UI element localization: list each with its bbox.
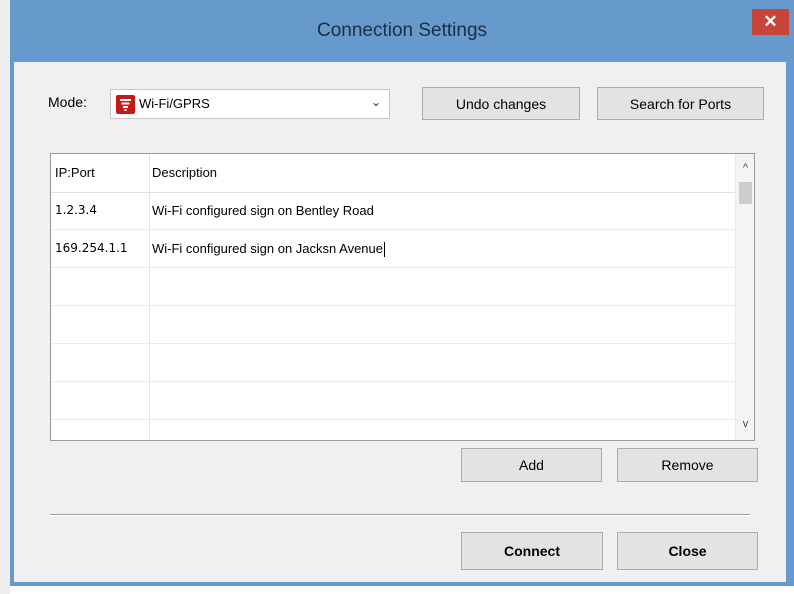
- connect-button[interactable]: Connect: [461, 532, 603, 570]
- column-header-description[interactable]: Description: [152, 165, 217, 180]
- table-row-empty[interactable]: [51, 268, 735, 306]
- window-title: Connection Settings: [316, 20, 488, 41]
- remove-button[interactable]: Remove: [617, 448, 758, 482]
- vertical-scrollbar[interactable]: ^ v: [735, 154, 754, 440]
- background-strip: [0, 0, 10, 594]
- table-row[interactable]: 169.254.1.1 Wi-Fi configured sign on Jac…: [51, 230, 735, 268]
- close-window-button[interactable]: ✕: [752, 9, 789, 35]
- row-description-text: Wi-Fi configured sign on Jacksn Avenue: [152, 241, 383, 256]
- dialog-body: Mode: Wi-Fi/GPRS ⌄ Undo changes Search f…: [14, 62, 786, 582]
- connections-table: IP:Port Description 1.2.3.4 Wi-Fi config…: [50, 153, 755, 441]
- separator-highlight: [50, 515, 750, 516]
- table-row-empty[interactable]: [51, 382, 735, 420]
- wifi-signal-icon: [116, 95, 135, 114]
- row-description[interactable]: Wi-Fi configured sign on Bentley Road: [152, 203, 374, 218]
- search-for-ports-button[interactable]: Search for Ports: [597, 87, 764, 120]
- row-ip-port[interactable]: 1.2.3.4: [55, 203, 97, 217]
- column-header-ip-port[interactable]: IP:Port: [55, 165, 95, 180]
- text-caret: [384, 242, 385, 258]
- undo-changes-button[interactable]: Undo changes: [422, 87, 580, 120]
- row-ip-port[interactable]: 169.254.1.1: [55, 241, 128, 255]
- mode-select-value: Wi-Fi/GPRS: [139, 96, 210, 111]
- close-button[interactable]: Close: [617, 532, 758, 570]
- scroll-thumb[interactable]: [739, 182, 752, 204]
- table-row[interactable]: 1.2.3.4 Wi-Fi configured sign on Bentley…: [51, 192, 735, 230]
- mode-select[interactable]: Wi-Fi/GPRS ⌄: [110, 89, 390, 119]
- row-description-editing[interactable]: Wi-Fi configured sign on Jacksn Avenue: [152, 241, 385, 258]
- scroll-up-icon[interactable]: ^: [736, 162, 754, 174]
- add-button[interactable]: Add: [461, 448, 602, 482]
- mode-label: Mode:: [48, 94, 87, 110]
- scroll-down-icon[interactable]: v: [736, 418, 754, 430]
- chevron-down-icon[interactable]: ⌄: [371, 95, 381, 109]
- connection-settings-dialog: Connection Settings ✕ Mode: Wi-Fi/GPRS ⌄…: [10, 0, 794, 586]
- table-row-empty[interactable]: [51, 344, 735, 382]
- table-header: IP:Port Description: [51, 154, 735, 193]
- title-bar[interactable]: Connection Settings ✕: [10, 0, 794, 62]
- table-row-empty[interactable]: [51, 306, 735, 344]
